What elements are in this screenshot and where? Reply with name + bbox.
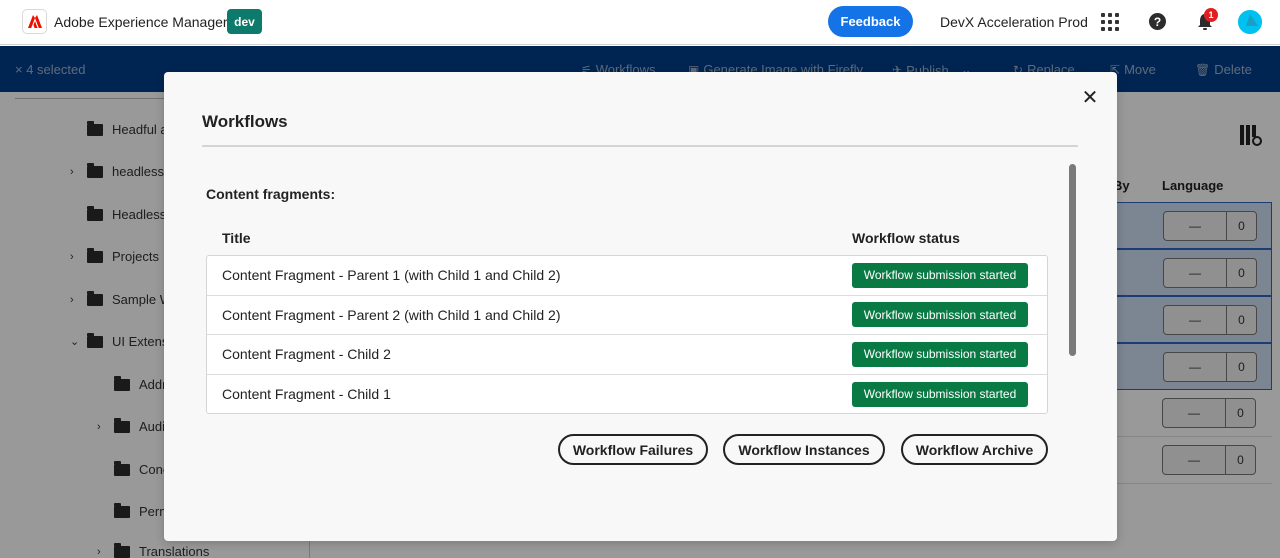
table-row: Content Fragment - Child 1 Workflow subm… — [207, 375, 1047, 415]
section-title: Content fragments: — [206, 186, 336, 202]
status-badge: Workflow submission started — [852, 381, 1028, 407]
org-switcher[interactable]: DevX Acceleration Prod — [940, 14, 1088, 30]
divider — [202, 145, 1078, 147]
workflow-failures-button[interactable]: Workflow Failures — [558, 434, 708, 465]
table-row: Content Fragment - Parent 1 (with Child … — [207, 256, 1047, 296]
apps-grid-icon[interactable] — [1101, 13, 1119, 31]
fragment-title: Content Fragment - Parent 2 (with Child … — [222, 306, 561, 323]
workflow-instances-button[interactable]: Workflow Instances — [723, 434, 885, 465]
status-badge: Workflow submission started — [852, 302, 1028, 328]
app: Adobe Experience Manager dev Feedback De… — [0, 0, 1280, 558]
column-header-workflow-status: Workflow status — [852, 230, 960, 246]
table-row: Content Fragment - Child 2 Workflow subm… — [207, 335, 1047, 375]
avatar-icon — [1238, 10, 1262, 34]
feedback-button[interactable]: Feedback — [828, 6, 913, 37]
close-icon[interactable]: ✕ — [1081, 88, 1099, 108]
workflow-archive-button[interactable]: Workflow Archive — [901, 434, 1048, 465]
notification-count-badge: 1 — [1204, 8, 1218, 22]
user-avatar[interactable] — [1238, 10, 1262, 34]
status-badge: Workflow submission started — [852, 262, 1028, 288]
dialog-title: Workflows — [202, 112, 288, 131]
app-title: Adobe Experience Manager — [54, 14, 228, 30]
workflows-dialog: ✕ Workflows Content fragments: Title Wor… — [164, 72, 1117, 541]
fragment-title: Content Fragment - Child 2 — [222, 346, 391, 363]
fragment-title: Content Fragment - Child 1 — [222, 386, 391, 403]
scrollbar[interactable] — [1069, 164, 1076, 356]
environment-badge: dev — [227, 9, 262, 34]
top-header: Adobe Experience Manager dev Feedback De… — [0, 0, 1280, 45]
adobe-icon — [27, 15, 42, 28]
adobe-logo[interactable] — [22, 9, 47, 34]
column-header-title: Title — [222, 230, 251, 246]
status-badge: Workflow submission started — [852, 341, 1028, 367]
fragment-title: Content Fragment - Parent 1 (with Child … — [222, 267, 561, 284]
help-icon[interactable]: ? — [1149, 13, 1166, 30]
workflow-status-table: Content Fragment - Parent 1 (with Child … — [206, 255, 1048, 414]
table-row: Content Fragment - Parent 2 (with Child … — [207, 296, 1047, 335]
